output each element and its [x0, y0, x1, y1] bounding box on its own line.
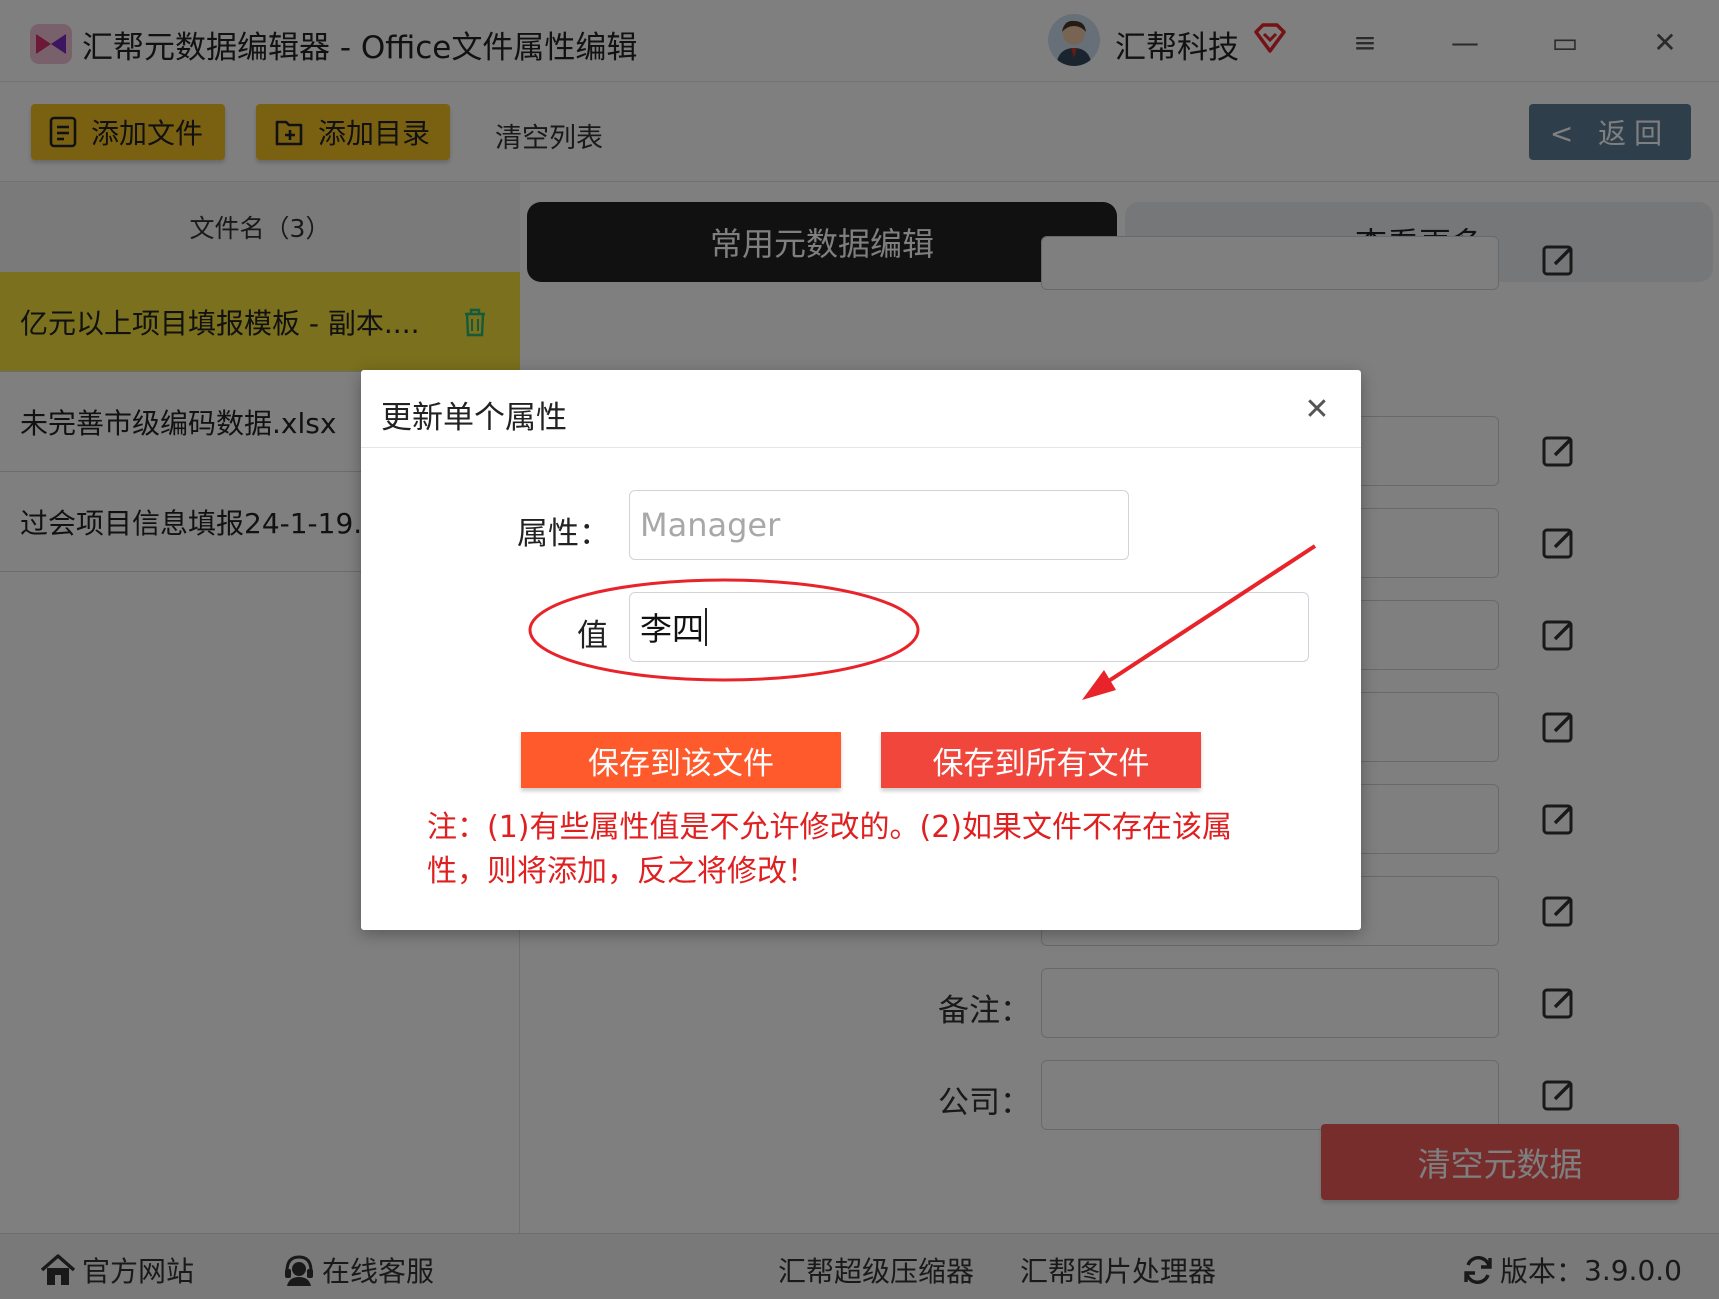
dialog-title: 更新单个属性 — [381, 400, 567, 436]
app-window: 汇帮元数据编辑器 - Office文件属性编辑 汇帮科技 ≡ — ▭ ✕ 添加文… — [0, 0, 1719, 1299]
property-label: 属性： — [517, 516, 610, 552]
property-input[interactable]: Manager — [629, 490, 1129, 560]
dialog-note: 注：(1)有些属性值是不允许修改的。(2)如果文件不存在该属性，则将添加，反之将… — [427, 810, 1232, 889]
save-to-all-files-button[interactable]: 保存到所有文件 — [881, 732, 1201, 788]
dialog-close-button[interactable]: ✕ — [1296, 388, 1338, 430]
text-caret — [705, 608, 708, 646]
save-to-this-file-button[interactable]: 保存到该文件 — [521, 732, 841, 788]
dialog-header: 更新单个属性 ✕ — [361, 370, 1361, 448]
value-label: 值 — [577, 618, 608, 654]
update-property-dialog: 更新单个属性 ✕ 属性： Manager 值 李四 保存到该文件 保存到所有文件… — [361, 370, 1361, 930]
value-input[interactable]: 李四 — [629, 592, 1309, 662]
value-text: 李四 — [640, 610, 705, 648]
